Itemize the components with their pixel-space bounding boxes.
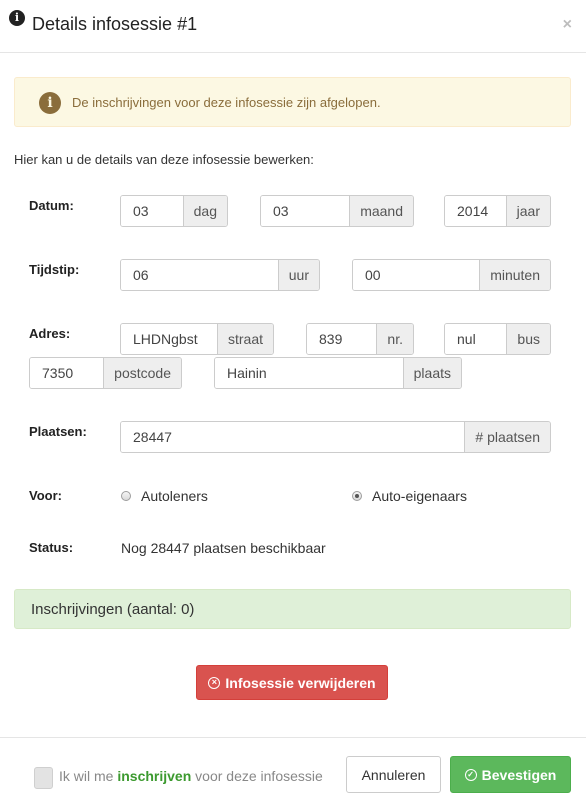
city-input-group[interactable]: Hainin plaats xyxy=(214,357,462,389)
radio-autoleners[interactable]: Autoleners xyxy=(121,488,208,504)
places-input[interactable]: 28447 xyxy=(121,422,465,452)
minutes-input-group[interactable]: 00 minuten xyxy=(352,259,551,291)
confirm-button[interactable]: ✓ Bevestigen xyxy=(450,756,571,793)
month-input-group[interactable]: 03 maand xyxy=(260,195,414,227)
bus-addon: bus xyxy=(506,324,550,354)
status-value: Nog 28447 plaatsen beschikbaar xyxy=(121,540,326,556)
tijdstip-label: Tijdstip: xyxy=(29,262,80,277)
bus-input[interactable]: nul xyxy=(445,324,507,354)
info-icon: i xyxy=(39,92,61,114)
modal-title: Details infosessie #1 xyxy=(32,14,198,34)
street-input-group[interactable]: LHDNgbst straat xyxy=(120,323,274,355)
radio-button-selected-icon[interactable] xyxy=(352,491,362,501)
city-input[interactable]: Hainin xyxy=(215,358,403,388)
radio-label: Autoleners xyxy=(141,488,208,504)
delete-button-label: Infosessie verwijderen xyxy=(225,674,376,691)
bus-input-group[interactable]: nul bus xyxy=(444,323,551,355)
hour-input-group[interactable]: 06 uur xyxy=(120,259,320,291)
radio-auto-eigenaars[interactable]: Auto-eigenaars xyxy=(352,488,467,504)
postcode-input-group[interactable]: 7350 postcode xyxy=(29,357,182,389)
warning-alert: i De inschrijvingen voor deze infosessie… xyxy=(14,77,571,127)
delete-session-button[interactable]: × Infosessie verwijderen xyxy=(196,665,388,700)
street-input[interactable]: LHDNgbst xyxy=(121,324,217,354)
month-input[interactable]: 03 xyxy=(261,196,350,226)
close-icon[interactable]: × xyxy=(563,16,572,34)
year-input[interactable]: 2014 xyxy=(445,196,506,226)
month-addon: maand xyxy=(349,196,413,226)
hour-input[interactable]: 06 xyxy=(121,260,278,290)
radio-label: Auto-eigenaars xyxy=(372,488,467,504)
plaatsen-label: Plaatsen: xyxy=(29,424,87,439)
cancel-button[interactable]: Annuleren xyxy=(346,756,441,793)
number-input[interactable]: 839 xyxy=(307,324,377,354)
check-circle-icon: ✓ xyxy=(464,768,477,781)
register-checkbox-label: Ik wil me inschrijven voor deze infosess… xyxy=(59,768,323,784)
alert-text: De inschrijvingen voor deze infosessie z… xyxy=(72,95,381,110)
street-addon: straat xyxy=(216,324,273,354)
panel-title[interactable]: Inschrijvingen (aantal: 0) xyxy=(31,601,194,618)
intro-text: Hier kan u de details van deze infosessi… xyxy=(14,152,314,167)
number-addon: nr. xyxy=(376,324,413,354)
day-addon: dag xyxy=(182,196,227,226)
datum-label: Datum: xyxy=(29,198,74,213)
year-addon: jaar xyxy=(505,196,550,226)
postcode-addon: postcode xyxy=(103,358,181,388)
checkbox-label-emphasis: inschrijven xyxy=(117,768,192,784)
city-addon: plaats xyxy=(402,358,461,388)
radio-button-icon[interactable] xyxy=(121,491,131,501)
year-input-group[interactable]: 2014 jaar xyxy=(444,195,551,227)
number-input-group[interactable]: 839 nr. xyxy=(306,323,414,355)
voor-label: Voor: xyxy=(29,488,62,503)
minutes-input[interactable]: 00 xyxy=(353,260,480,290)
places-addon: # plaatsen xyxy=(464,422,550,452)
status-label: Status: xyxy=(29,540,74,555)
remove-circle-icon: × xyxy=(208,676,221,689)
day-input[interactable]: 03 xyxy=(121,196,183,226)
registrations-panel[interactable]: Inschrijvingen (aantal: 0) xyxy=(14,589,571,629)
checkbox-label-post: voor deze infosessie xyxy=(191,768,323,784)
minutes-addon: minuten xyxy=(479,260,550,290)
postcode-input[interactable]: 7350 xyxy=(30,358,104,388)
register-checkbox[interactable] xyxy=(34,767,53,789)
hour-addon: uur xyxy=(277,260,319,290)
day-input-group[interactable]: 03 dag xyxy=(120,195,228,227)
checkbox-label-pre: Ik wil me xyxy=(59,768,118,784)
confirm-button-label: Bevestigen xyxy=(481,766,557,783)
info-icon: i xyxy=(9,10,25,26)
places-input-group[interactable]: 28447 # plaatsen xyxy=(120,421,551,453)
modal-header: i Details infosessie #1 × xyxy=(0,0,586,53)
adres-label: Adres: xyxy=(29,326,71,341)
